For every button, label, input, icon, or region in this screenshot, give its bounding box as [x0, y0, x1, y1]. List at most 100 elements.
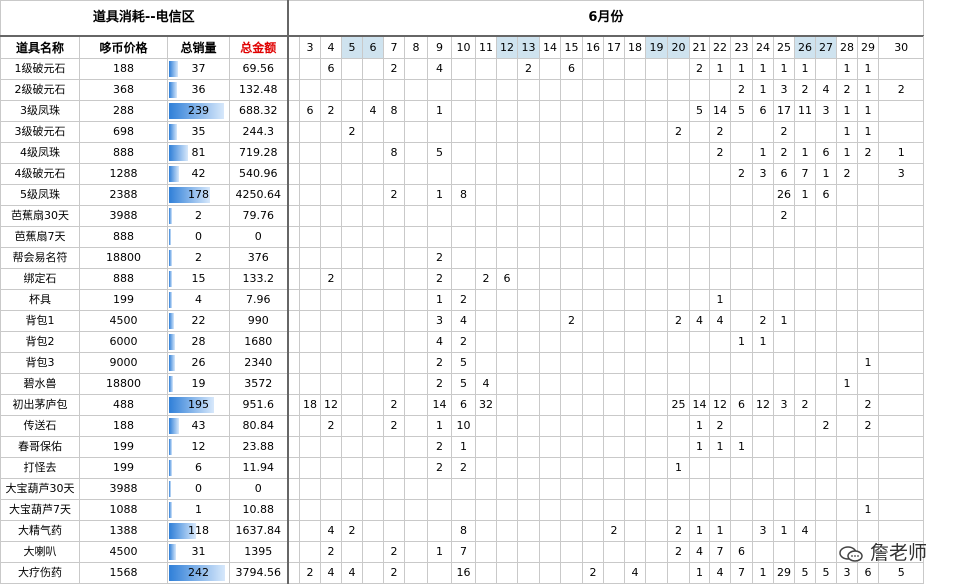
day-cell[interactable]	[362, 268, 385, 290]
day-cell[interactable]	[878, 58, 925, 80]
day-cell[interactable]	[560, 352, 584, 374]
spacer-cell[interactable]	[287, 184, 301, 206]
day-cell[interactable]	[857, 436, 880, 458]
day-cell[interactable]: 2	[773, 205, 796, 227]
day-cell[interactable]	[475, 226, 498, 248]
day-cell[interactable]: 2	[299, 562, 322, 584]
day-cell[interactable]	[645, 79, 669, 101]
day-cell[interactable]	[560, 268, 584, 290]
day-cell[interactable]	[299, 331, 322, 353]
day-cell[interactable]	[475, 499, 498, 521]
spacer-cell[interactable]	[287, 562, 301, 584]
day-cell[interactable]	[603, 436, 626, 458]
day-cell[interactable]	[404, 58, 429, 80]
day-cell[interactable]	[341, 226, 364, 248]
day-cell[interactable]: 2	[341, 520, 364, 542]
price-cell[interactable]: 288	[79, 100, 168, 122]
day-cell[interactable]	[815, 373, 838, 395]
day-cell[interactable]	[624, 58, 647, 80]
day-cell[interactable]	[582, 184, 605, 206]
day-cell[interactable]	[582, 163, 605, 185]
day-cell[interactable]: 2	[815, 415, 838, 437]
day-cell[interactable]	[560, 226, 584, 248]
day-cell[interactable]	[582, 58, 605, 80]
day-cell[interactable]	[475, 415, 498, 437]
day-cell[interactable]	[496, 478, 519, 500]
day-cell[interactable]	[582, 226, 605, 248]
day-cell[interactable]: 1	[836, 373, 859, 395]
day-cell[interactable]	[496, 457, 519, 479]
day-cell[interactable]	[404, 520, 429, 542]
total-amount-cell[interactable]: 4250.64	[228, 184, 289, 206]
day-cell[interactable]	[667, 373, 691, 395]
day-cell[interactable]	[404, 289, 429, 311]
day-cell[interactable]	[383, 436, 406, 458]
day-cell[interactable]	[320, 352, 343, 374]
day-cell[interactable]	[645, 163, 669, 185]
day-cell[interactable]	[582, 541, 605, 563]
day-cell[interactable]	[645, 394, 669, 416]
day-cell[interactable]	[624, 184, 647, 206]
total-amount-cell[interactable]: 79.76	[228, 205, 289, 227]
day-cell[interactable]: 2	[857, 415, 880, 437]
day-cell[interactable]: 2	[689, 58, 711, 80]
day-cell[interactable]	[496, 100, 519, 122]
day-cell[interactable]	[299, 268, 322, 290]
day-cell[interactable]	[517, 541, 541, 563]
day-cell[interactable]: 1	[709, 520, 732, 542]
day-cell[interactable]	[878, 415, 925, 437]
day-cell[interactable]	[752, 373, 775, 395]
total-qty-cell[interactable]: 2	[167, 247, 230, 269]
day-cell[interactable]: 5	[451, 352, 477, 374]
day-cell[interactable]	[878, 373, 925, 395]
header-day[interactable]: 23	[730, 35, 754, 59]
day-cell[interactable]	[730, 142, 754, 164]
day-cell[interactable]	[404, 415, 429, 437]
day-cell[interactable]	[689, 331, 711, 353]
spacer-cell[interactable]	[287, 541, 301, 563]
day-cell[interactable]	[517, 163, 541, 185]
day-cell[interactable]	[299, 247, 322, 269]
day-cell[interactable]	[475, 247, 498, 269]
day-cell[interactable]: 7	[451, 541, 477, 563]
day-cell[interactable]	[299, 184, 322, 206]
total-qty-cell[interactable]: 26	[167, 352, 230, 374]
header-day[interactable]: 26	[794, 35, 817, 59]
day-cell[interactable]	[427, 163, 453, 185]
day-cell[interactable]	[404, 457, 429, 479]
day-cell[interactable]	[517, 226, 541, 248]
day-cell[interactable]	[496, 436, 519, 458]
day-cell[interactable]	[299, 415, 322, 437]
day-cell[interactable]	[496, 205, 519, 227]
day-cell[interactable]	[320, 289, 343, 311]
day-cell[interactable]	[517, 436, 541, 458]
day-cell[interactable]	[539, 541, 562, 563]
day-cell[interactable]	[560, 541, 584, 563]
day-cell[interactable]	[689, 289, 711, 311]
day-cell[interactable]	[427, 226, 453, 248]
day-cell[interactable]: 2	[794, 394, 817, 416]
price-cell[interactable]: 3988	[79, 205, 168, 227]
day-cell[interactable]	[475, 163, 498, 185]
day-cell[interactable]	[517, 331, 541, 353]
day-cell[interactable]	[624, 100, 647, 122]
day-cell[interactable]	[794, 499, 817, 521]
day-cell[interactable]: 3	[752, 163, 775, 185]
day-cell[interactable]: 4	[320, 562, 343, 584]
total-qty-cell[interactable]: 31	[167, 541, 230, 563]
day-cell[interactable]: 4	[689, 310, 711, 332]
day-cell[interactable]	[539, 268, 562, 290]
day-cell[interactable]	[603, 58, 626, 80]
day-cell[interactable]: 2	[582, 562, 605, 584]
day-cell[interactable]: 26	[773, 184, 796, 206]
day-cell[interactable]	[475, 520, 498, 542]
day-cell[interactable]	[752, 457, 775, 479]
day-cell[interactable]	[341, 142, 364, 164]
day-cell[interactable]	[427, 79, 453, 101]
day-cell[interactable]	[624, 205, 647, 227]
day-cell[interactable]	[383, 478, 406, 500]
day-cell[interactable]: 4	[362, 100, 385, 122]
day-cell[interactable]	[404, 121, 429, 143]
day-cell[interactable]: 11	[794, 100, 817, 122]
header-day[interactable]: 30	[878, 35, 925, 59]
